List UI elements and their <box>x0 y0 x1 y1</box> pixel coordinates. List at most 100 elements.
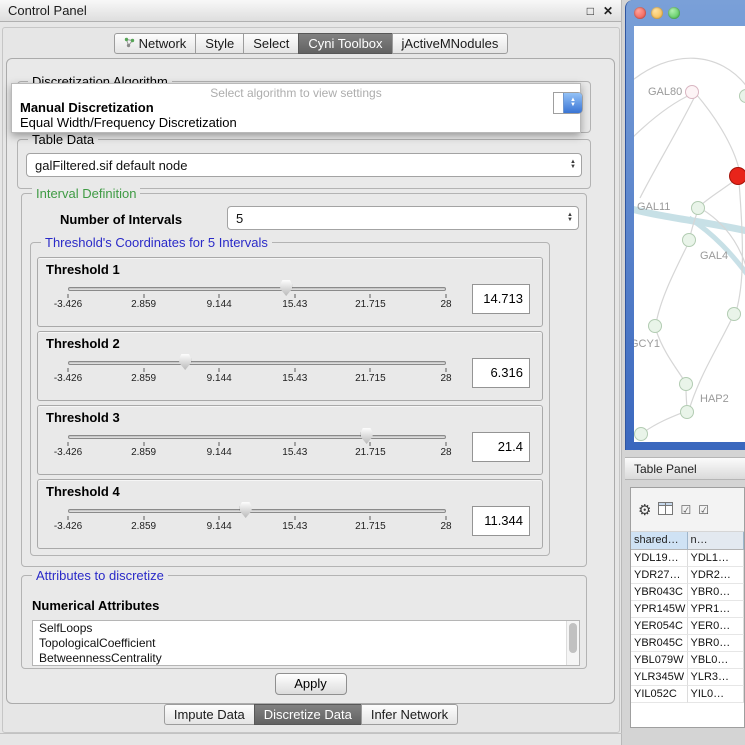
network-canvas[interactable]: GAL80GAL11GAL4GCY1HAP2 <box>634 26 745 442</box>
table-row[interactable]: YBR043CYBR0… <box>631 584 744 601</box>
threshold-value[interactable]: 11.344 <box>472 506 530 536</box>
table-cell: YPR1… <box>688 601 745 618</box>
network-node[interactable] <box>634 427 648 441</box>
table-row[interactable]: YER054CYER0… <box>631 618 744 635</box>
slider-track <box>68 287 446 291</box>
close-icon[interactable]: ✕ <box>603 4 613 18</box>
tick-mark <box>294 442 295 446</box>
tab-select[interactable]: Select <box>243 33 299 54</box>
threshold-slider[interactable]: -3.4262.8599.14415.4321.71528 <box>42 426 466 472</box>
num-intervals-combobox[interactable]: 5 ▲ ▼ <box>227 206 579 230</box>
column-header[interactable]: shared… <box>631 532 688 550</box>
tab-discretize-data[interactable]: Discretize Data <box>254 704 362 725</box>
table-data-group: Table Data galFiltered.sif default node … <box>17 139 591 189</box>
table-row[interactable]: YPR145WYPR1… <box>631 601 744 618</box>
scale-label: 28 <box>440 373 451 384</box>
attributes-scrollbar[interactable] <box>566 621 579 665</box>
mac-zoom-button[interactable] <box>668 7 680 19</box>
table-cell: YLR3… <box>688 669 745 686</box>
table-data-group-title: Table Data <box>28 132 98 147</box>
tab-jactivemnodules[interactable]: jActiveMNodules <box>392 33 509 54</box>
combo-stepper-icon[interactable]: ▲ ▼ <box>563 93 582 113</box>
threshold-label: Threshold 4 <box>46 484 120 499</box>
scale-label: 2.859 <box>131 521 156 532</box>
algorithm-combo-fragment[interactable]: ▲ ▼ <box>553 92 583 114</box>
scrollbar-thumb[interactable] <box>569 623 577 653</box>
table-row[interactable]: YBL079WYBL0… <box>631 652 744 669</box>
list-item[interactable]: TopologicalCoefficient <box>33 636 579 651</box>
tab-style[interactable]: Style <box>195 33 244 54</box>
network-node[interactable] <box>648 319 662 333</box>
tick-mark <box>143 442 144 446</box>
tab-label: Style <box>205 36 234 51</box>
threshold-value[interactable]: 21.4 <box>472 432 530 462</box>
network-node[interactable] <box>729 167 745 185</box>
tick-mark <box>219 294 220 298</box>
table-row[interactable]: YLR345WYLR3… <box>631 669 744 686</box>
scale-label: 2.859 <box>131 447 156 458</box>
scale-label: 15.43 <box>282 447 307 458</box>
tab-infer-network[interactable]: Infer Network <box>361 704 458 725</box>
mac-close-button[interactable] <box>634 7 646 19</box>
threshold-panel: Threshold 2-3.4262.8599.14415.4321.71528… <box>37 331 543 401</box>
network-node[interactable] <box>691 201 705 215</box>
tab-network[interactable]: Network <box>114 33 197 54</box>
table-data-stepper-icon[interactable]: ▲ ▼ <box>565 154 581 176</box>
scale-label: 9.144 <box>207 299 232 310</box>
network-node[interactable] <box>727 307 741 321</box>
control-panel: Control Panel □ ✕ Network Style Select Cyni… <box>0 0 622 745</box>
network-node[interactable] <box>682 233 696 247</box>
algorithm-option[interactable]: Equal Width/Frequency Discretization <box>12 115 580 130</box>
table-row[interactable]: YIL052CYIL0… <box>631 686 744 703</box>
table-row[interactable]: YDR27…YDR2… <box>631 567 744 584</box>
slider-track <box>68 361 446 365</box>
num-intervals-stepper-icon[interactable]: ▲ ▼ <box>562 207 578 229</box>
table-row[interactable]: YDL19…YDL1… <box>631 550 744 567</box>
select-rows-icon[interactable]: ☑ <box>680 503 691 517</box>
algorithm-dropdown-popup: Select algorithm to view settings Manual… <box>11 83 581 133</box>
slider-scale: -3.4262.8599.14415.4321.71528 <box>68 442 446 462</box>
scale-label: 21.715 <box>355 521 386 532</box>
tab-label: Select <box>253 36 289 51</box>
select-columns-icon[interactable]: ☑ <box>698 503 709 517</box>
stepper-down-icon: ▼ <box>570 165 576 170</box>
network-node[interactable] <box>685 85 699 99</box>
attributes-group: Attributes to discretize Numerical Attri… <box>21 575 587 669</box>
list-item[interactable]: SelfLoops <box>33 621 579 636</box>
mac-minimize-button[interactable] <box>651 7 663 19</box>
tab-label: Cyni Toolbox <box>308 36 382 51</box>
float-window-icon[interactable]: □ <box>587 4 594 18</box>
threshold-value[interactable]: 6.316 <box>472 358 530 388</box>
table-cell: YIL0… <box>688 686 745 703</box>
slider-track-area: -3.4262.8599.14415.4321.71528 <box>68 352 446 398</box>
control-panel-titlebar: Control Panel □ ✕ <box>0 0 621 22</box>
list-item[interactable]: BetweennessCentrality <box>33 651 579 666</box>
scale-label: 28 <box>440 299 451 310</box>
panel-bottom-divider <box>0 733 622 734</box>
threshold-slider[interactable]: -3.4262.8599.14415.4321.71528 <box>42 278 466 324</box>
threshold-slider[interactable]: -3.4262.8599.14415.4321.71528 <box>42 500 466 546</box>
tab-impute-data[interactable]: Impute Data <box>164 704 255 725</box>
algorithm-option[interactable]: Manual Discretization <box>12 100 580 115</box>
threshold-value[interactable]: 14.713 <box>472 284 530 314</box>
threshold-panel: Threshold 3-3.4262.8599.14415.4321.71528… <box>37 405 543 475</box>
threshold-label: Threshold 1 <box>46 262 120 277</box>
numerical-attributes-label: Numerical Attributes <box>32 598 159 613</box>
table-data-combobox[interactable]: galFiltered.sif default node ▲ ▼ <box>26 153 582 177</box>
gear-icon[interactable]: ⚙ <box>638 501 651 519</box>
scale-label: 9.144 <box>207 373 232 384</box>
table-row[interactable]: YBR045CYBR0… <box>631 635 744 652</box>
column-header[interactable]: n… <box>688 532 745 550</box>
tab-cyni-toolbox[interactable]: Cyni Toolbox <box>298 33 392 54</box>
columns-icon[interactable] <box>658 502 673 518</box>
network-node-label: GAL4 <box>700 250 728 262</box>
threshold-slider[interactable]: -3.4262.8599.14415.4321.71528 <box>42 352 466 398</box>
network-node[interactable] <box>680 405 694 419</box>
apply-button[interactable]: Apply <box>275 673 347 695</box>
tick-mark <box>370 442 371 446</box>
tick-mark <box>68 368 69 372</box>
network-node[interactable] <box>679 377 693 391</box>
threshold-row: -3.4262.8599.14415.4321.71528 21.4 <box>42 426 538 472</box>
scale-label: 2.859 <box>131 299 156 310</box>
table-cell: YLR345W <box>631 669 688 686</box>
